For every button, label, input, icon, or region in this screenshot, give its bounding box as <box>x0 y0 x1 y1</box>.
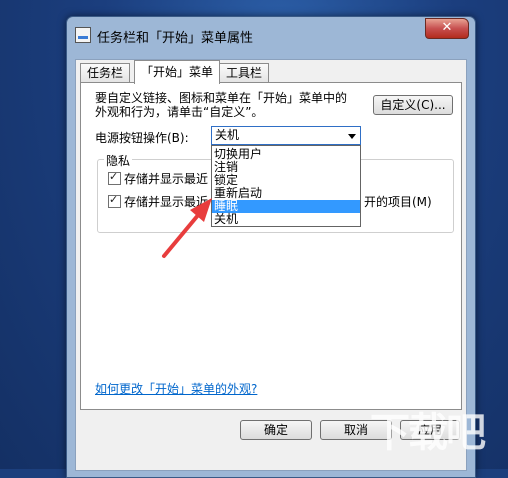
watermark-logo: 下载吧 <box>370 410 486 456</box>
power-options-list[interactable]: 切换用户 注销 锁定 重新启动 睡眠 关机 <box>211 145 361 227</box>
close-button[interactable]: ✕ <box>425 18 469 39</box>
red-arrow-annotation <box>162 198 212 258</box>
customize-button[interactable]: 自定义(C)... <box>373 95 453 115</box>
title-bar[interactable]: 任务栏和「开始」菜单属性 ✕ <box>67 17 475 49</box>
customize-description: 要自定义链接、图标和菜单在「开始」菜单中的外观和行为，请单击“自定义”。 <box>95 91 348 119</box>
recent-programs-checkbox[interactable] <box>108 170 121 185</box>
taskbar-properties-icon <box>75 27 91 43</box>
tab-toolbars[interactable]: 工具栏 <box>219 63 270 83</box>
option-shut-down[interactable]: 关机 <box>212 213 360 226</box>
window-title: 任务栏和「开始」菜单属性 <box>97 31 254 46</box>
recent-items-label-end: 开的项目(M) <box>364 195 432 209</box>
ok-button[interactable]: 确定 <box>240 420 312 440</box>
tab-start-menu[interactable]: 「开始」菜单 <box>134 60 221 84</box>
power-button-label: 电源按钮操作(B): <box>95 131 189 145</box>
recent-programs-label: 存储并显示最近 <box>124 172 209 186</box>
recent-items-checkbox[interactable] <box>108 193 121 208</box>
start-menu-help-link[interactable]: 如何更改「开始」菜单的外观? <box>95 380 257 397</box>
power-select-value: 关机 <box>215 128 240 142</box>
tab-taskbar[interactable]: 任务栏 <box>80 63 131 83</box>
privacy-group-title: 隐私 <box>104 152 133 169</box>
start-menu-tab-panel: 要自定义链接、图标和菜单在「开始」菜单中的外观和行为，请单击“自定义”。 自定义… <box>80 82 462 410</box>
power-button-select[interactable]: 关机 <box>211 126 361 145</box>
recent-programs-checkbox-row[interactable]: 存储并显示最近 <box>108 170 208 187</box>
chevron-down-icon[interactable] <box>348 134 356 139</box>
